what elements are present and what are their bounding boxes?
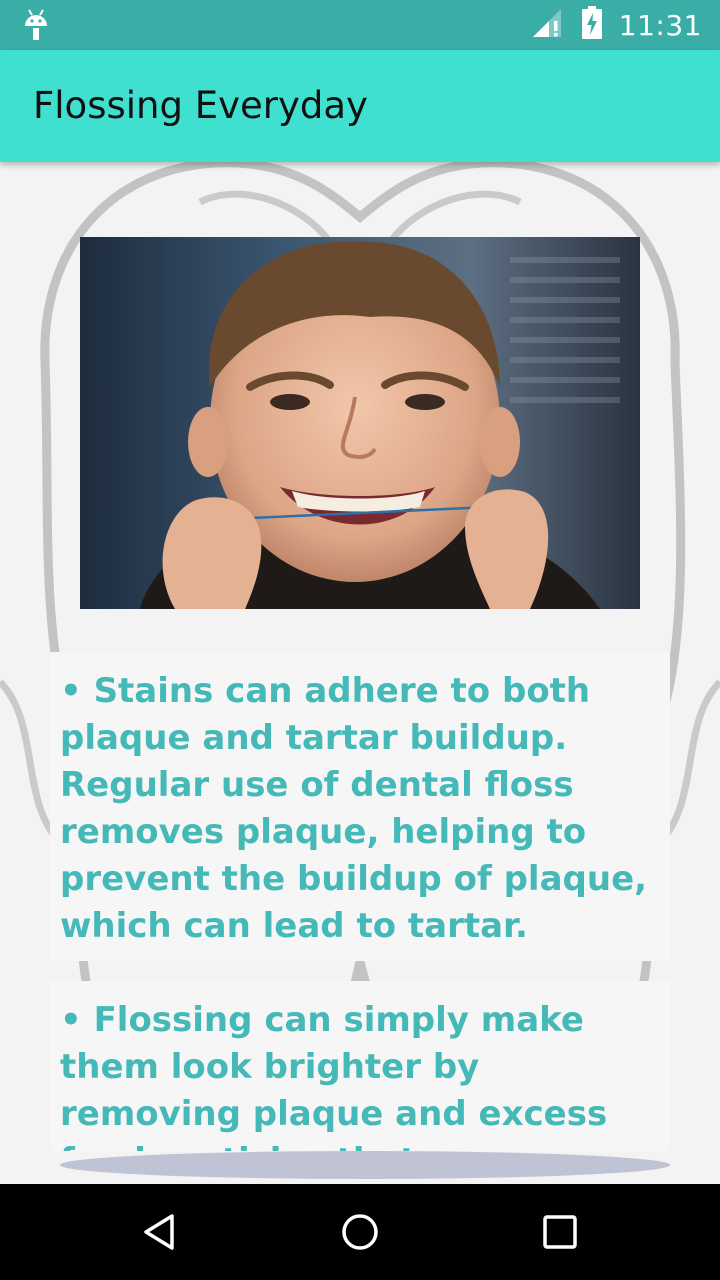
battery-charging-icon	[581, 6, 603, 44]
android-debug-icon	[22, 8, 50, 46]
info-card-text: • Stains can adhere to both plaque and t…	[60, 671, 648, 946]
status-bar: 11:31	[0, 0, 720, 50]
navigation-bar	[0, 1184, 720, 1280]
page-title: Flossing Everyday	[33, 84, 368, 127]
home-icon[interactable]	[336, 1208, 384, 1256]
signal-icon	[531, 7, 565, 43]
info-card: • Flossing can simply make them look bri…	[50, 981, 670, 1151]
app-bar: Flossing Everyday	[0, 50, 720, 162]
status-clock: 11:31	[618, 8, 702, 42]
content-scroll-area[interactable]: • Stains can adhere to both plaque and t…	[0, 162, 720, 1184]
back-icon[interactable]	[136, 1208, 184, 1256]
info-card-text: • Flossing can simply make them look bri…	[60, 1000, 608, 1151]
recent-apps-icon[interactable]	[536, 1208, 584, 1256]
child-flossing-photo	[80, 237, 640, 609]
info-card: • Stains can adhere to both plaque and t…	[50, 652, 670, 961]
